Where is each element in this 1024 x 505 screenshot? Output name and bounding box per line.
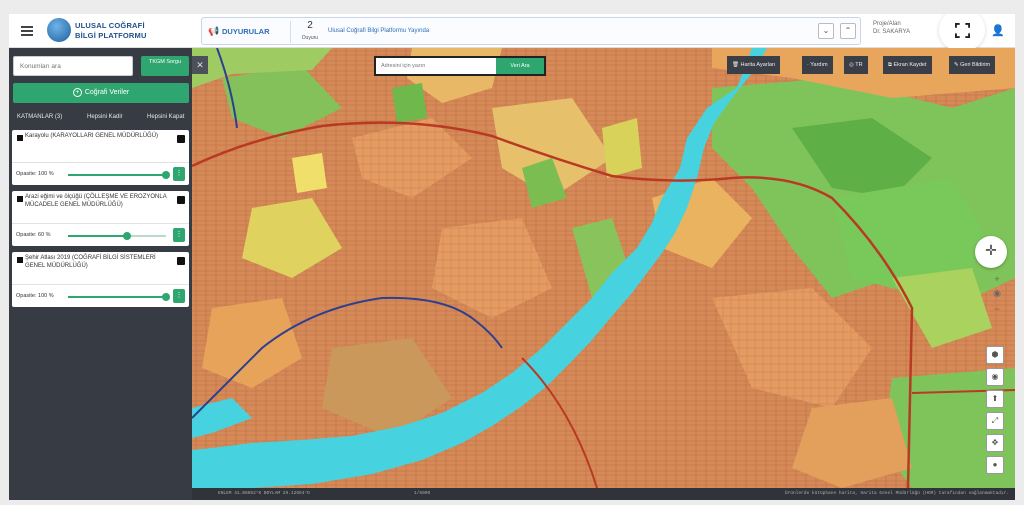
feedback-label: Geri Bildirim bbox=[960, 62, 991, 68]
layers-header: KATMANLAR (3) Hepsini Kadir Hepsini Kapa… bbox=[9, 110, 192, 126]
geo-data-button[interactable]: + Coğrafi Veriler bbox=[13, 83, 189, 103]
layer-card: Şehir Atlası 2019 (COĞRAFİ BİLGİ SİSTEML… bbox=[12, 252, 189, 307]
map-settings-label: Harita Ayarları bbox=[740, 62, 776, 68]
layer-checkbox[interactable] bbox=[17, 196, 23, 202]
megaphone-icon: 📢 bbox=[208, 26, 220, 36]
announcement-count: 2 bbox=[307, 20, 313, 31]
close-all-layers-button[interactable]: Hepsini Kadir bbox=[87, 114, 123, 120]
layer-name: Şehir Atlası 2019 (COĞRAFİ BİLGİ SİSTEML… bbox=[25, 255, 156, 269]
logo-text[interactable]: ULUSAL COĞRAFİ BİLGİ PLATFORMU bbox=[75, 21, 147, 41]
globe-icon[interactable]: ● bbox=[986, 456, 1004, 474]
map-image[interactable] bbox=[192, 48, 1015, 488]
language-label: TR bbox=[855, 62, 863, 68]
fullscreen-icon bbox=[955, 23, 970, 38]
layer-options-button[interactable]: ⋮ bbox=[173, 289, 185, 303]
language-button[interactable]: ◎ TR bbox=[844, 56, 868, 74]
layer-checkbox[interactable] bbox=[17, 257, 23, 263]
opacity-label: Opasite: 100 % bbox=[16, 293, 54, 299]
sidebar: TKGM Sorgu +Coğrafi Veriler KATMANLAR (3… bbox=[9, 48, 192, 500]
layer-options-button[interactable]: ⋮ bbox=[173, 228, 185, 242]
announcement-message[interactable]: Ulusal Coğrafi Bilgi Platformu Yayında bbox=[328, 28, 429, 34]
opacity-slider-fill bbox=[68, 174, 166, 176]
logo-line-1: ULUSAL COĞRAFİ bbox=[75, 21, 145, 30]
layers-icon[interactable]: ⬢ bbox=[986, 346, 1004, 364]
chevron-up-icon[interactable]: ⌃ bbox=[840, 23, 856, 39]
zoom-in-icon[interactable]: + bbox=[988, 274, 1006, 284]
chevron-down-icon[interactable]: ⌄ bbox=[818, 23, 834, 39]
opacity-slider[interactable] bbox=[68, 232, 166, 240]
user-line-2: Dr. SAKARYA bbox=[873, 29, 911, 35]
hamburger-icon[interactable] bbox=[21, 26, 33, 36]
geo-data-label: Coğrafi Veriler bbox=[84, 89, 130, 96]
collapse-sidebar-button[interactable]: ✕ bbox=[192, 56, 208, 74]
layer-name: Arazi eğimi ve ölçüğü (ÇÖLLEŞME VE EROZY… bbox=[25, 194, 167, 208]
screenshot-button[interactable]: ⧉ Ekran Kaydet bbox=[883, 56, 932, 74]
layer-options-button[interactable]: ⋮ bbox=[173, 167, 185, 181]
tkgm-query-button[interactable]: TKGM Sorgu bbox=[141, 56, 189, 76]
user-line-1: Proje/Alan bbox=[873, 21, 901, 27]
scale-readout[interactable]: 1/5000 bbox=[414, 491, 430, 496]
coordinates-readout: ENLEM 41.08652°K BOYLAM 29.12654°D bbox=[218, 491, 310, 496]
locate-icon[interactable]: ◉ bbox=[988, 288, 1006, 299]
map-credit: Ürünlerde kütüphane harita, Harita Genel… bbox=[784, 491, 1009, 496]
user-info[interactable]: Proje/Alan Dr. SAKARYA bbox=[873, 20, 910, 36]
location-search-input[interactable] bbox=[13, 56, 133, 76]
gear-icon: 🗑 bbox=[732, 62, 741, 68]
opacity-slider[interactable] bbox=[68, 293, 170, 301]
eye-icon[interactable]: ◉ bbox=[986, 368, 1004, 386]
layer-name: Karayolu (KARAYOLLARI GENEL MÜDÜRLÜĞÜ) bbox=[25, 133, 159, 139]
announcements-title[interactable]: DUYURULAR bbox=[222, 27, 270, 36]
open-all-layers-button[interactable]: Hepsini Kapat bbox=[147, 114, 184, 120]
logo-line-2: BİLGİ PLATFORMU bbox=[75, 31, 147, 40]
zoom-out-icon[interactable]: − bbox=[988, 304, 1006, 314]
plus-icon: + bbox=[72, 88, 82, 97]
map-search-input[interactable]: Adresini için yazın bbox=[381, 63, 425, 69]
layer-menu-icon[interactable] bbox=[177, 196, 185, 204]
expand-icon[interactable]: ⤢ bbox=[986, 412, 1004, 430]
announcement-count-label: Duyuru bbox=[301, 35, 319, 41]
app-window: ULUSAL COĞRAFİ BİLGİ PLATFORMU 📢 DUYURUL… bbox=[9, 14, 1015, 500]
opacity-slider-fill bbox=[68, 235, 127, 237]
announcement-bar: 📢 DUYURULAR 2 Duyuru Ulusal Coğrafi Bilg… bbox=[201, 17, 861, 45]
opacity-slider-handle[interactable] bbox=[162, 293, 170, 301]
opacity-slider-handle[interactable] bbox=[162, 171, 170, 179]
logo-icon[interactable] bbox=[47, 18, 71, 42]
map-settings-button[interactable]: 🗑 Harita Ayarları bbox=[727, 56, 781, 74]
opacity-slider-fill bbox=[68, 296, 166, 298]
map-search-button[interactable]: Veri Ara bbox=[496, 58, 544, 74]
divider bbox=[290, 21, 291, 43]
status-bar: ENLEM 41.08652°K BOYLAM 29.12654°D 1/500… bbox=[192, 488, 1015, 500]
screenshot-label: Ekran Kaydet bbox=[893, 62, 927, 68]
user-icon[interactable]: 👤 bbox=[991, 24, 1005, 37]
pin-icon[interactable]: ⬆ bbox=[986, 390, 1004, 408]
layer-card: Karayolu (KARAYOLLARI GENEL MÜDÜRLÜĞÜ) O… bbox=[12, 130, 189, 185]
layer-card: Arazi eğimi ve ölçüğü (ÇÖLLEŞME VE EROZY… bbox=[12, 191, 189, 246]
opacity-label: Opasite: 60 % bbox=[16, 232, 51, 238]
map-search-box: Adresini için yazın Veri Ara bbox=[374, 56, 546, 76]
help-button[interactable]: · Yardım bbox=[802, 56, 833, 74]
opacity-label: Opasite: 100 % bbox=[16, 171, 54, 177]
map-canvas[interactable]: ✕ Adresini için yazın Veri Ara 🗑 Harita … bbox=[192, 48, 1015, 488]
layer-checkbox[interactable] bbox=[17, 135, 23, 141]
opacity-slider[interactable] bbox=[68, 171, 170, 179]
move-icon[interactable]: ✥ bbox=[986, 434, 1004, 452]
feedback-button[interactable]: ✎ Geri Bildirim bbox=[949, 56, 996, 74]
compass-icon[interactable] bbox=[975, 236, 1007, 268]
fullscreen-button[interactable] bbox=[939, 14, 985, 52]
layer-menu-icon[interactable] bbox=[177, 135, 185, 143]
help-label: Yardım bbox=[810, 62, 828, 68]
layers-title: KATMANLAR (3) bbox=[17, 114, 63, 120]
layer-menu-icon[interactable] bbox=[177, 257, 185, 265]
top-header: ULUSAL COĞRAFİ BİLGİ PLATFORMU 📢 DUYURUL… bbox=[9, 14, 1015, 52]
opacity-slider-handle[interactable] bbox=[122, 232, 131, 240]
